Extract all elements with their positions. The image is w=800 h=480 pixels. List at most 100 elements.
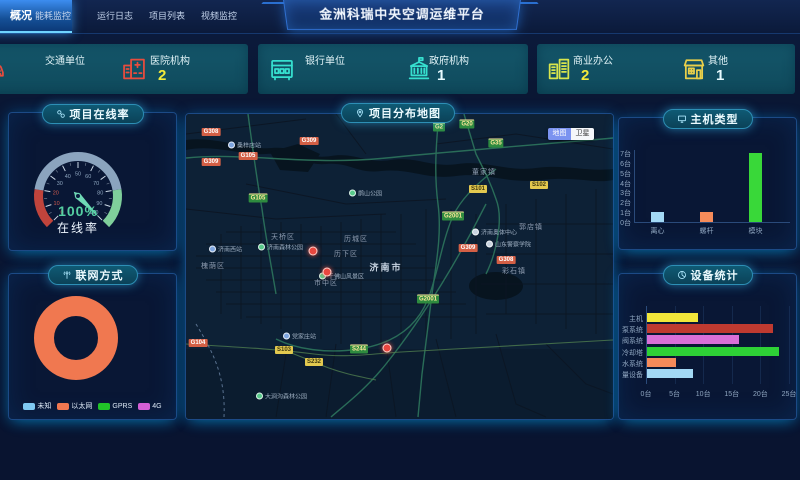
y-tick-label: 5台 [620,169,631,179]
stats-card: 交通单位医院机构2 [0,44,248,94]
place-dot [472,229,479,236]
x-tick-label: 15台 [722,389,742,399]
y-category-label: 泵系统 [619,325,643,335]
x-tick-label: 10台 [693,389,713,399]
gauge-tick [56,170,58,172]
gridline [703,306,704,384]
road-badge-G2001: G2001 [417,295,439,304]
shop-icon [680,55,708,83]
x-category-label: 离心 [641,226,674,236]
road-badge-G2001: G2001 [442,212,464,221]
legend-item-GPRS[interactable]: GPRS [98,401,132,411]
platform-title-plate: 金洲科瑞中央空调运维平台 [283,0,521,30]
road-badge-G309: G309 [202,158,221,166]
gauge-tick [63,166,66,171]
project-marker[interactable] [323,268,332,277]
x-tick-label: 25台 [779,389,799,399]
gridline [789,306,790,384]
car-icon [0,55,7,83]
legend-item-未知[interactable]: 未知 [23,401,51,411]
y-tick-label: 0台 [620,218,631,228]
legend-label: 未知 [37,401,51,411]
stat-count: 1 [437,67,445,84]
bar-离心 [651,212,664,222]
gridline [732,306,733,384]
y-tick-label: 6台 [620,159,631,169]
bar-螺杆 [700,212,713,222]
pie-icon [677,270,687,280]
place-label: 济南森林公园 [267,243,303,252]
network-donut-chart [9,288,176,398]
stat-label: 银行单位 [305,52,345,67]
panel-online-rate-header: 项目在线率 [42,104,144,124]
bar-泵系统 [647,324,773,333]
bank-icon [268,55,296,83]
tab-运行日志[interactable]: 运行日志 [87,0,143,33]
panel-device-stats-header: 设备统计 [663,265,753,285]
legend-swatch [23,403,35,410]
link-icon [56,109,66,119]
panel-online-rate: 项目在线率 0102030405060708090100 100% 在线率 [8,112,177,251]
x-category-label: 螺杆 [690,226,723,236]
road-badge-G2: G2 [433,123,445,132]
panel-title: 项目在线率 [70,106,130,122]
y-category-label: 主机 [619,314,643,324]
place-dot [486,241,493,248]
gauge-tick [50,176,55,180]
legend-item-以太网[interactable]: 以太网 [57,401,92,411]
place-label: 山东警察学院 [495,240,531,249]
online-rate-label: 在线率 [13,219,143,236]
map-place: 济南西站 [209,245,242,254]
gauge-tick [91,166,94,171]
gauge-tick-label: 30 [57,181,63,187]
y-tick-label: 7台 [620,149,631,159]
project-marker[interactable] [383,344,392,353]
gauge-tick-label: 70 [93,181,99,187]
y-tick-label: 4台 [620,179,631,189]
stats-card: 银行单位政府机构1 [258,44,528,94]
tab-视频监控[interactable]: 视频监控 [191,0,247,33]
gauge-tick [106,191,112,192]
bar-量设备 [647,369,693,378]
stat-label: 医院机构 [150,52,190,67]
legend-swatch [138,403,150,410]
bar-阀系统 [647,335,739,344]
panel-title: 主机类型 [691,111,739,127]
road-badge-S232: S232 [305,358,323,366]
gauge-tick-label: 20 [53,190,59,196]
legend-item-4G[interactable]: 4G [138,401,161,411]
map-type-control: 地图卫星 [548,128,594,140]
device-stats-chart: 0台5台10台15台20台25台主机泵系统阀系统冷却塔水系统量设备 [619,274,796,419]
tab-项目列表[interactable]: 项目列表 [139,0,195,33]
y-category-label: 阀系统 [619,336,643,346]
road-badge-G308: G308 [202,128,221,136]
place-label: 桑梓店站 [237,141,261,150]
y-category-label: 量设备 [619,370,643,380]
gauge-tick [101,176,106,180]
map-place: 山东警察学院 [486,240,531,249]
legend-label: 4G [152,403,161,410]
district-label: 董家镇 [472,167,496,177]
place-label: 党家庄站 [292,332,316,341]
place-dot [349,190,356,197]
host-type-chart: 0台1台2台3台4台5台6台7台离心螺杆模块 [619,118,796,249]
legend-label: 以太网 [71,401,92,411]
map-mode-卫星[interactable]: 卫星 [571,128,594,140]
map-place: 济南奥体中心 [472,228,517,237]
map-mode-地图[interactable]: 地图 [548,128,571,140]
panel-title: 设备统计 [691,267,739,283]
project-marker[interactable] [309,247,318,256]
antenna-icon [62,270,72,280]
bar-冷却塔 [647,347,779,356]
district-label: 郭店镇 [519,222,543,232]
legend-label: GPRS [112,403,132,410]
bar-主机 [647,313,698,322]
road-badge-S103: S103 [275,346,293,354]
gauge-tick [85,163,86,166]
panel-project-map: G308G309G309G105G309G308G104G105G35G2G20… [185,113,614,420]
stat-label: 商业办公 [573,52,613,67]
map-place: 鹊山公园 [349,189,382,198]
road-badge-G309: G309 [459,244,478,252]
office-icon [545,55,573,83]
tab-能耗监控[interactable]: 能耗监控 [25,0,81,33]
